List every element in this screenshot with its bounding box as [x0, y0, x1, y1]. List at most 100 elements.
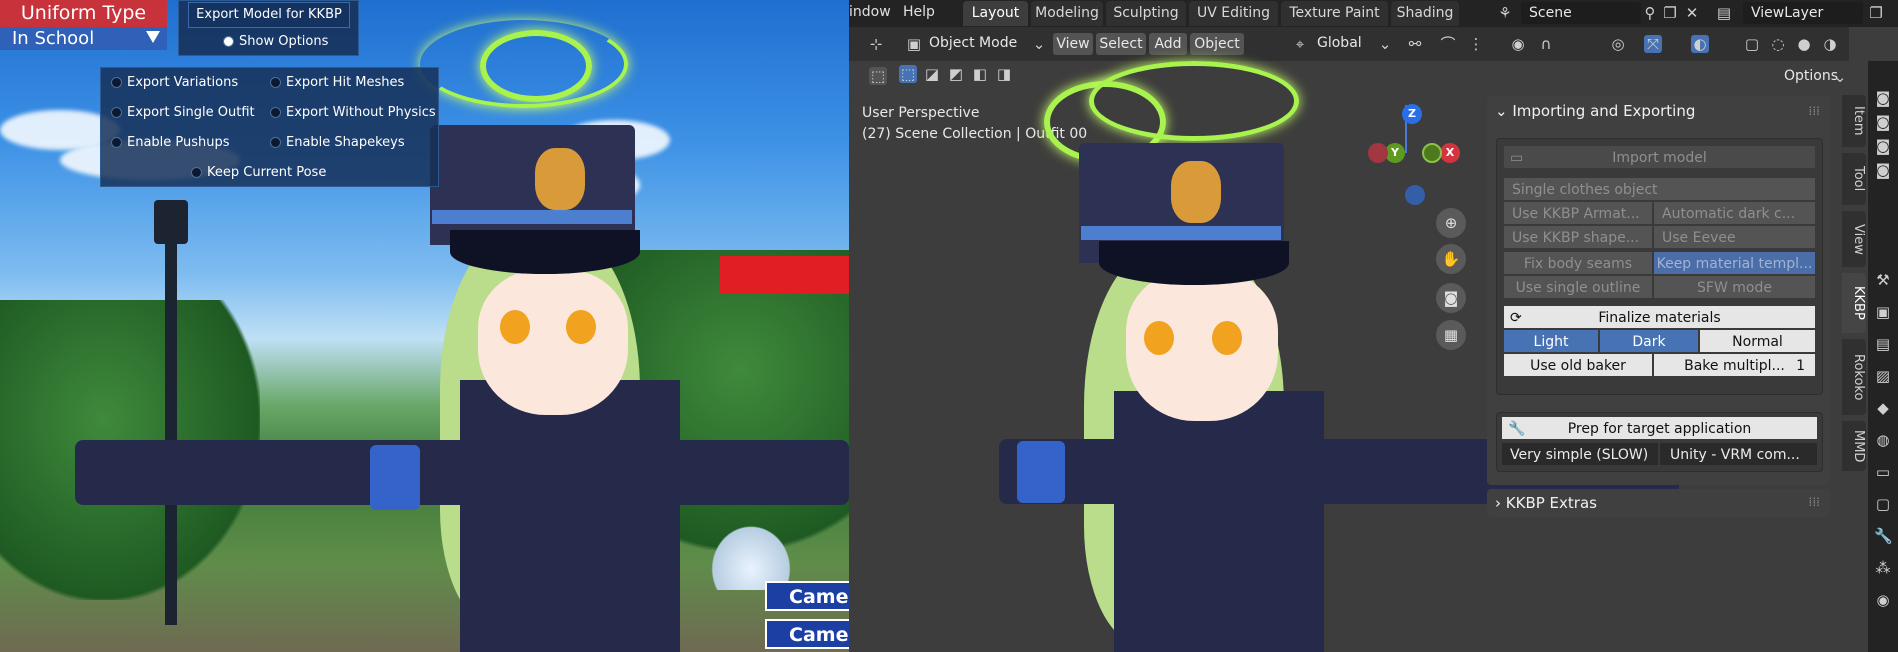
kkbp-armature-dropdown[interactable]: Use KKBP Armat...	[1503, 201, 1653, 225]
select-tool-icon[interactable]: ⬚	[869, 67, 887, 85]
tab-texture-paint[interactable]: Texture Paint	[1281, 1, 1388, 26]
camera-button[interactable]: Camer	[765, 581, 849, 611]
tab-item[interactable]: Item	[1842, 95, 1866, 147]
camera-icon[interactable]: ◙	[1874, 89, 1892, 107]
fix-body-seams-toggle[interactable]: Fix body seams	[1503, 251, 1653, 275]
single-clothes-dropdown[interactable]: Single clothes object	[1503, 177, 1816, 201]
world-icon[interactable]: ◍	[1874, 431, 1892, 449]
pin-icon[interactable]: ⚲	[1641, 4, 1659, 22]
tab-layout[interactable]: Layout	[963, 1, 1028, 26]
option-export-hit-meshes[interactable]: Export Hit Meshes	[270, 75, 404, 90]
keep-material-toggle[interactable]: Keep material templ...	[1653, 251, 1816, 275]
ortho-toggle-icon[interactable]: ▦	[1436, 320, 1466, 350]
view-layer-selector[interactable]: ViewLayer	[1743, 2, 1863, 24]
bake-multiplier-field[interactable]: Bake multipl... 1	[1653, 353, 1816, 377]
kkbp-shape-dropdown[interactable]: Use KKBP shape...	[1503, 225, 1653, 249]
pivot-icon[interactable]: ⚯	[1406, 35, 1424, 53]
dark-toggle[interactable]: Dark	[1599, 329, 1699, 353]
tab-shading[interactable]: Shading	[1391, 1, 1459, 26]
solid-shading-icon[interactable]: ●	[1795, 35, 1813, 53]
output-icon[interactable]: ▤	[1874, 335, 1892, 353]
gizmo-x[interactable]: X	[1440, 143, 1460, 163]
menu-window[interactable]: indow	[849, 4, 891, 20]
new-view-layer-icon[interactable]: ❐	[1867, 4, 1885, 22]
overlay-icon[interactable]: ◐	[1691, 35, 1709, 53]
option-export-without-physics[interactable]: Export Without Physics	[270, 105, 436, 120]
falloff-icon[interactable]: ∩	[1537, 35, 1555, 53]
section-header[interactable]: ⌄ Importing and Exporting	[1495, 102, 1695, 120]
scene-selector[interactable]: Scene	[1521, 2, 1641, 24]
xray-icon[interactable]: ▢	[1743, 35, 1761, 53]
wireframe-shading-icon[interactable]: ◌	[1769, 35, 1787, 53]
snap-icon[interactable]: ⌒	[1439, 35, 1457, 53]
option-keep-current-pose[interactable]: Keep Current Pose	[191, 165, 326, 180]
menu-select[interactable]: Select	[1096, 33, 1146, 55]
menu-view[interactable]: View	[1053, 33, 1093, 55]
tab-modeling[interactable]: Modeling	[1031, 1, 1103, 26]
camera-button[interactable]: Camer	[765, 619, 849, 649]
use-eevee-dropdown[interactable]: Use Eevee	[1653, 225, 1816, 249]
pan-hand-icon[interactable]: ✋	[1436, 244, 1466, 274]
image-icon[interactable]: ▨	[1874, 367, 1892, 385]
select-box-icon[interactable]: ⬚	[899, 65, 917, 83]
gizmo-y[interactable]: Y	[1385, 143, 1405, 163]
camera-icon[interactable]: ◙	[1874, 113, 1892, 131]
orientation-dropdown[interactable]: Global	[1317, 35, 1362, 51]
camera-icon[interactable]: ◙	[1874, 137, 1892, 155]
camera-icon[interactable]: ◙	[1874, 161, 1892, 179]
object-mode-dropdown[interactable]: Object Mode	[929, 35, 1017, 51]
option-enable-pushups[interactable]: Enable Pushups	[111, 135, 230, 150]
menu-add[interactable]: Add	[1149, 33, 1187, 55]
drag-handle-icon[interactable]: ⁞⁞⁞	[1809, 104, 1820, 118]
tab-uv-editing[interactable]: UV Editing	[1189, 1, 1278, 26]
collection-icon[interactable]: ▭	[1874, 463, 1892, 481]
visibility-icon[interactable]: ◎	[1609, 35, 1627, 53]
tab-rokoko[interactable]: Rokoko	[1842, 339, 1866, 415]
select-intersect-icon[interactable]: ◨	[995, 65, 1013, 83]
physics-icon[interactable]: ◉	[1874, 591, 1892, 609]
sfw-mode-toggle[interactable]: SFW mode	[1653, 275, 1816, 299]
drag-handle-icon[interactable]: ⁞⁞⁞	[1809, 495, 1820, 509]
light-toggle[interactable]: Light	[1503, 329, 1599, 353]
particles-icon[interactable]: ⁂	[1874, 559, 1892, 577]
old-baker-toggle[interactable]: Use old baker	[1503, 353, 1653, 377]
editor-type-icon[interactable]: ⊹	[867, 35, 885, 53]
render-icon[interactable]: ▣	[1874, 303, 1892, 321]
options-dropdown[interactable]: Options	[1784, 68, 1838, 84]
show-options-toggle[interactable]: Show Options	[223, 34, 328, 49]
material-shading-icon[interactable]: ◑	[1821, 35, 1839, 53]
snap-target-icon[interactable]: ⋮	[1467, 35, 1485, 53]
option-enable-shapekeys[interactable]: Enable Shapekeys	[270, 135, 405, 150]
menu-object[interactable]: Object	[1190, 33, 1244, 55]
modifier-icon[interactable]: 🔧	[1874, 527, 1893, 545]
tab-tool[interactable]: Tool	[1842, 153, 1866, 205]
uniform-dropdown[interactable]: In School	[0, 27, 167, 50]
select-subtract-icon[interactable]: ◩	[947, 65, 965, 83]
new-scene-icon[interactable]: ❐	[1661, 4, 1679, 22]
close-icon[interactable]: ✕	[1683, 4, 1701, 22]
camera-view-icon[interactable]: ◙	[1436, 283, 1466, 313]
tab-mmd[interactable]: MMD	[1842, 421, 1866, 471]
kkbp-extras-section[interactable]: › KKBP Extras ⁞⁞⁞	[1487, 489, 1830, 517]
import-model-button[interactable]: ▭ Import model	[1503, 145, 1816, 169]
gizmo-neg-x[interactable]	[1368, 143, 1388, 163]
prep-target-dropdown[interactable]: Unity - VRM com...	[1659, 442, 1818, 466]
gizmo-neg-z[interactable]	[1405, 185, 1425, 205]
menu-help[interactable]: Help	[903, 4, 935, 20]
gizmo-neg-y[interactable]	[1422, 143, 1442, 163]
tab-sculpting[interactable]: Sculpting	[1106, 1, 1186, 26]
prep-quality-dropdown[interactable]: Very simple (SLOW)	[1501, 442, 1659, 466]
gizmo-z[interactable]: Z	[1402, 104, 1422, 124]
object-icon[interactable]: ▢	[1874, 495, 1892, 513]
tab-view[interactable]: View	[1842, 211, 1866, 267]
select-difference-icon[interactable]: ◧	[971, 65, 989, 83]
auto-dark-dropdown[interactable]: Automatic dark c...	[1653, 201, 1816, 225]
option-export-variations[interactable]: Export Variations	[111, 75, 238, 90]
option-export-single-outfit[interactable]: Export Single Outfit	[111, 105, 255, 120]
tab-kkbp[interactable]: KKBP	[1842, 273, 1866, 333]
proportional-edit-icon[interactable]: ◉	[1509, 35, 1527, 53]
finalize-materials-button[interactable]: ⟳ Finalize materials	[1503, 305, 1816, 329]
tool-icon[interactable]: ⚒	[1874, 271, 1892, 289]
gizmo-icon[interactable]: ⤧	[1644, 35, 1662, 53]
normal-toggle[interactable]: Normal	[1699, 329, 1816, 353]
